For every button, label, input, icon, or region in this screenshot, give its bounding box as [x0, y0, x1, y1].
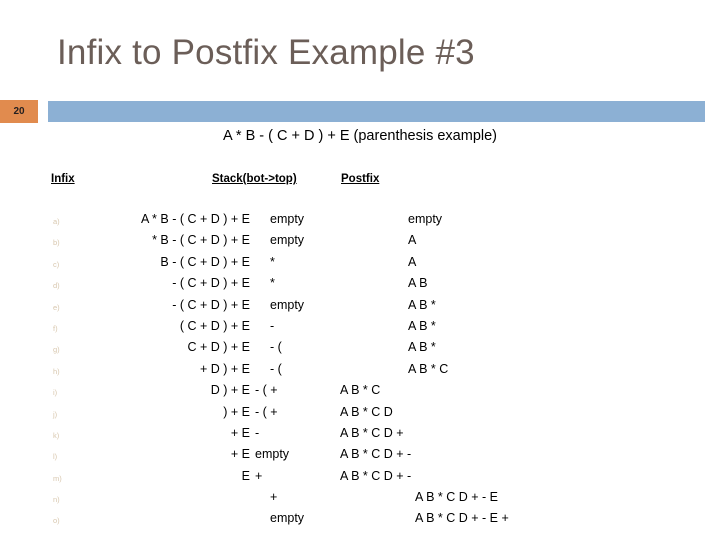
cell-infix: * B - ( C + D ) + E: [152, 233, 250, 248]
cell-infix: B - ( C + D ) + E: [160, 254, 250, 269]
row-marker: e): [53, 302, 60, 312]
cell-postfix: A B * C: [340, 383, 381, 398]
cell-infix: - ( C + D ) + E: [172, 276, 250, 291]
row-marker: c): [53, 259, 60, 269]
row-marker: f): [53, 323, 58, 333]
row-marker: k): [53, 430, 60, 440]
cell-postfix: A B * C: [408, 361, 449, 376]
slide-number-label: 20: [13, 106, 25, 117]
cell-infix: ) + E: [223, 404, 250, 419]
column-header-stack: Stack(bot->top): [212, 173, 297, 185]
cell-stack: - (: [270, 361, 282, 376]
column-header-postfix: Postfix: [341, 173, 380, 185]
row-marker: b): [53, 238, 60, 248]
trace-table: a) A * B - ( C + D ) + E empty empty b) * B -…: [0, 212, 720, 533]
cell-infix: + D ) + E: [199, 361, 250, 376]
row-marker: d): [53, 281, 60, 291]
row-marker: g): [53, 345, 60, 355]
header-divider-rule: [48, 101, 705, 122]
column-header-infix: Infix: [51, 173, 75, 185]
cell-postfix: A B * C D + -: [340, 468, 412, 483]
cell-stack: -: [270, 318, 275, 333]
table-row: l) + E empty A B * C D + -: [0, 447, 720, 468]
table-row: i) D ) + E - ( + A B * C: [0, 383, 720, 404]
cell-infix: E: [241, 468, 250, 483]
cell-stack: *: [270, 276, 275, 291]
cell-infix: C + D ) + E: [187, 340, 250, 355]
cell-infix: A * B - ( C + D ) + E: [140, 212, 250, 226]
cell-postfix: A B * C D + - E: [415, 490, 499, 505]
table-row: a) A * B - ( C + D ) + E empty empty: [0, 212, 720, 233]
row-marker: l): [53, 452, 58, 462]
cell-infix: ( C + D ) + E: [179, 318, 250, 333]
row-marker: a): [53, 217, 60, 226]
cell-postfix: A B * C D +: [340, 425, 404, 440]
cell-stack: *: [270, 254, 275, 269]
table-row: n) + A B * C D + - E: [0, 490, 720, 511]
cell-stack: empty: [270, 511, 305, 526]
table-row: g) C + D ) + E - ( A B *: [0, 340, 720, 361]
table-row: d) - ( C + D ) + E * A B: [0, 276, 720, 297]
cell-stack: +: [255, 468, 263, 483]
row-marker: n): [53, 495, 60, 505]
cell-infix: + E: [230, 425, 250, 440]
table-row: o) empty A B * C D + - E +: [0, 511, 720, 532]
cell-infix: D ) + E: [210, 383, 250, 398]
cell-stack: -: [255, 425, 260, 440]
row-marker: h): [53, 366, 60, 376]
row-marker: i): [53, 388, 58, 398]
cell-postfix: A B * C D: [340, 404, 393, 419]
cell-stack: empty: [270, 233, 305, 248]
cell-postfix: A B *: [408, 340, 436, 355]
cell-postfix: A: [408, 254, 417, 269]
cell-postfix: empty: [408, 212, 443, 226]
row-marker: m): [53, 473, 62, 483]
cell-stack: empty: [270, 297, 305, 312]
table-row: h) + D ) + E - ( A B * C: [0, 362, 720, 383]
row-marker: j): [53, 409, 58, 419]
cell-stack: - ( +: [255, 404, 278, 419]
cell-stack: - (: [270, 340, 282, 355]
cell-postfix: A B *: [408, 318, 436, 333]
table-row: j) ) + E - ( + A B * C D: [0, 405, 720, 426]
cell-stack: +: [270, 490, 278, 505]
table-row: m) E + A B * C D + -: [0, 469, 720, 490]
expression-subtitle: A * B - ( C + D ) + E (parenthesis examp…: [223, 128, 497, 144]
table-row: b) * B - ( C + D ) + E empty A: [0, 233, 720, 254]
cell-stack: empty: [255, 447, 290, 462]
cell-stack: - ( +: [255, 383, 278, 398]
cell-postfix: A: [408, 233, 417, 248]
row-marker: o): [53, 516, 60, 526]
cell-infix: - ( C + D ) + E: [172, 297, 250, 312]
cell-infix: + E: [230, 447, 250, 462]
table-row: k) + E- A B * C D +: [0, 426, 720, 447]
page-title: Infix to Postfix Example #3: [57, 33, 475, 72]
table-row: c) B - ( C + D ) + E * A: [0, 255, 720, 276]
cell-postfix: A B * C D + - E +: [415, 511, 509, 526]
cell-postfix: A B *: [408, 297, 436, 312]
cell-postfix: A B: [408, 276, 428, 291]
table-row: e) - ( C + D ) + E empty A B *: [0, 298, 720, 319]
cell-postfix: A B * C D + -: [340, 447, 412, 462]
header-band: 20: [0, 100, 720, 123]
table-row: f) ( C + D ) + E - A B *: [0, 319, 720, 340]
cell-stack: empty: [270, 212, 305, 226]
